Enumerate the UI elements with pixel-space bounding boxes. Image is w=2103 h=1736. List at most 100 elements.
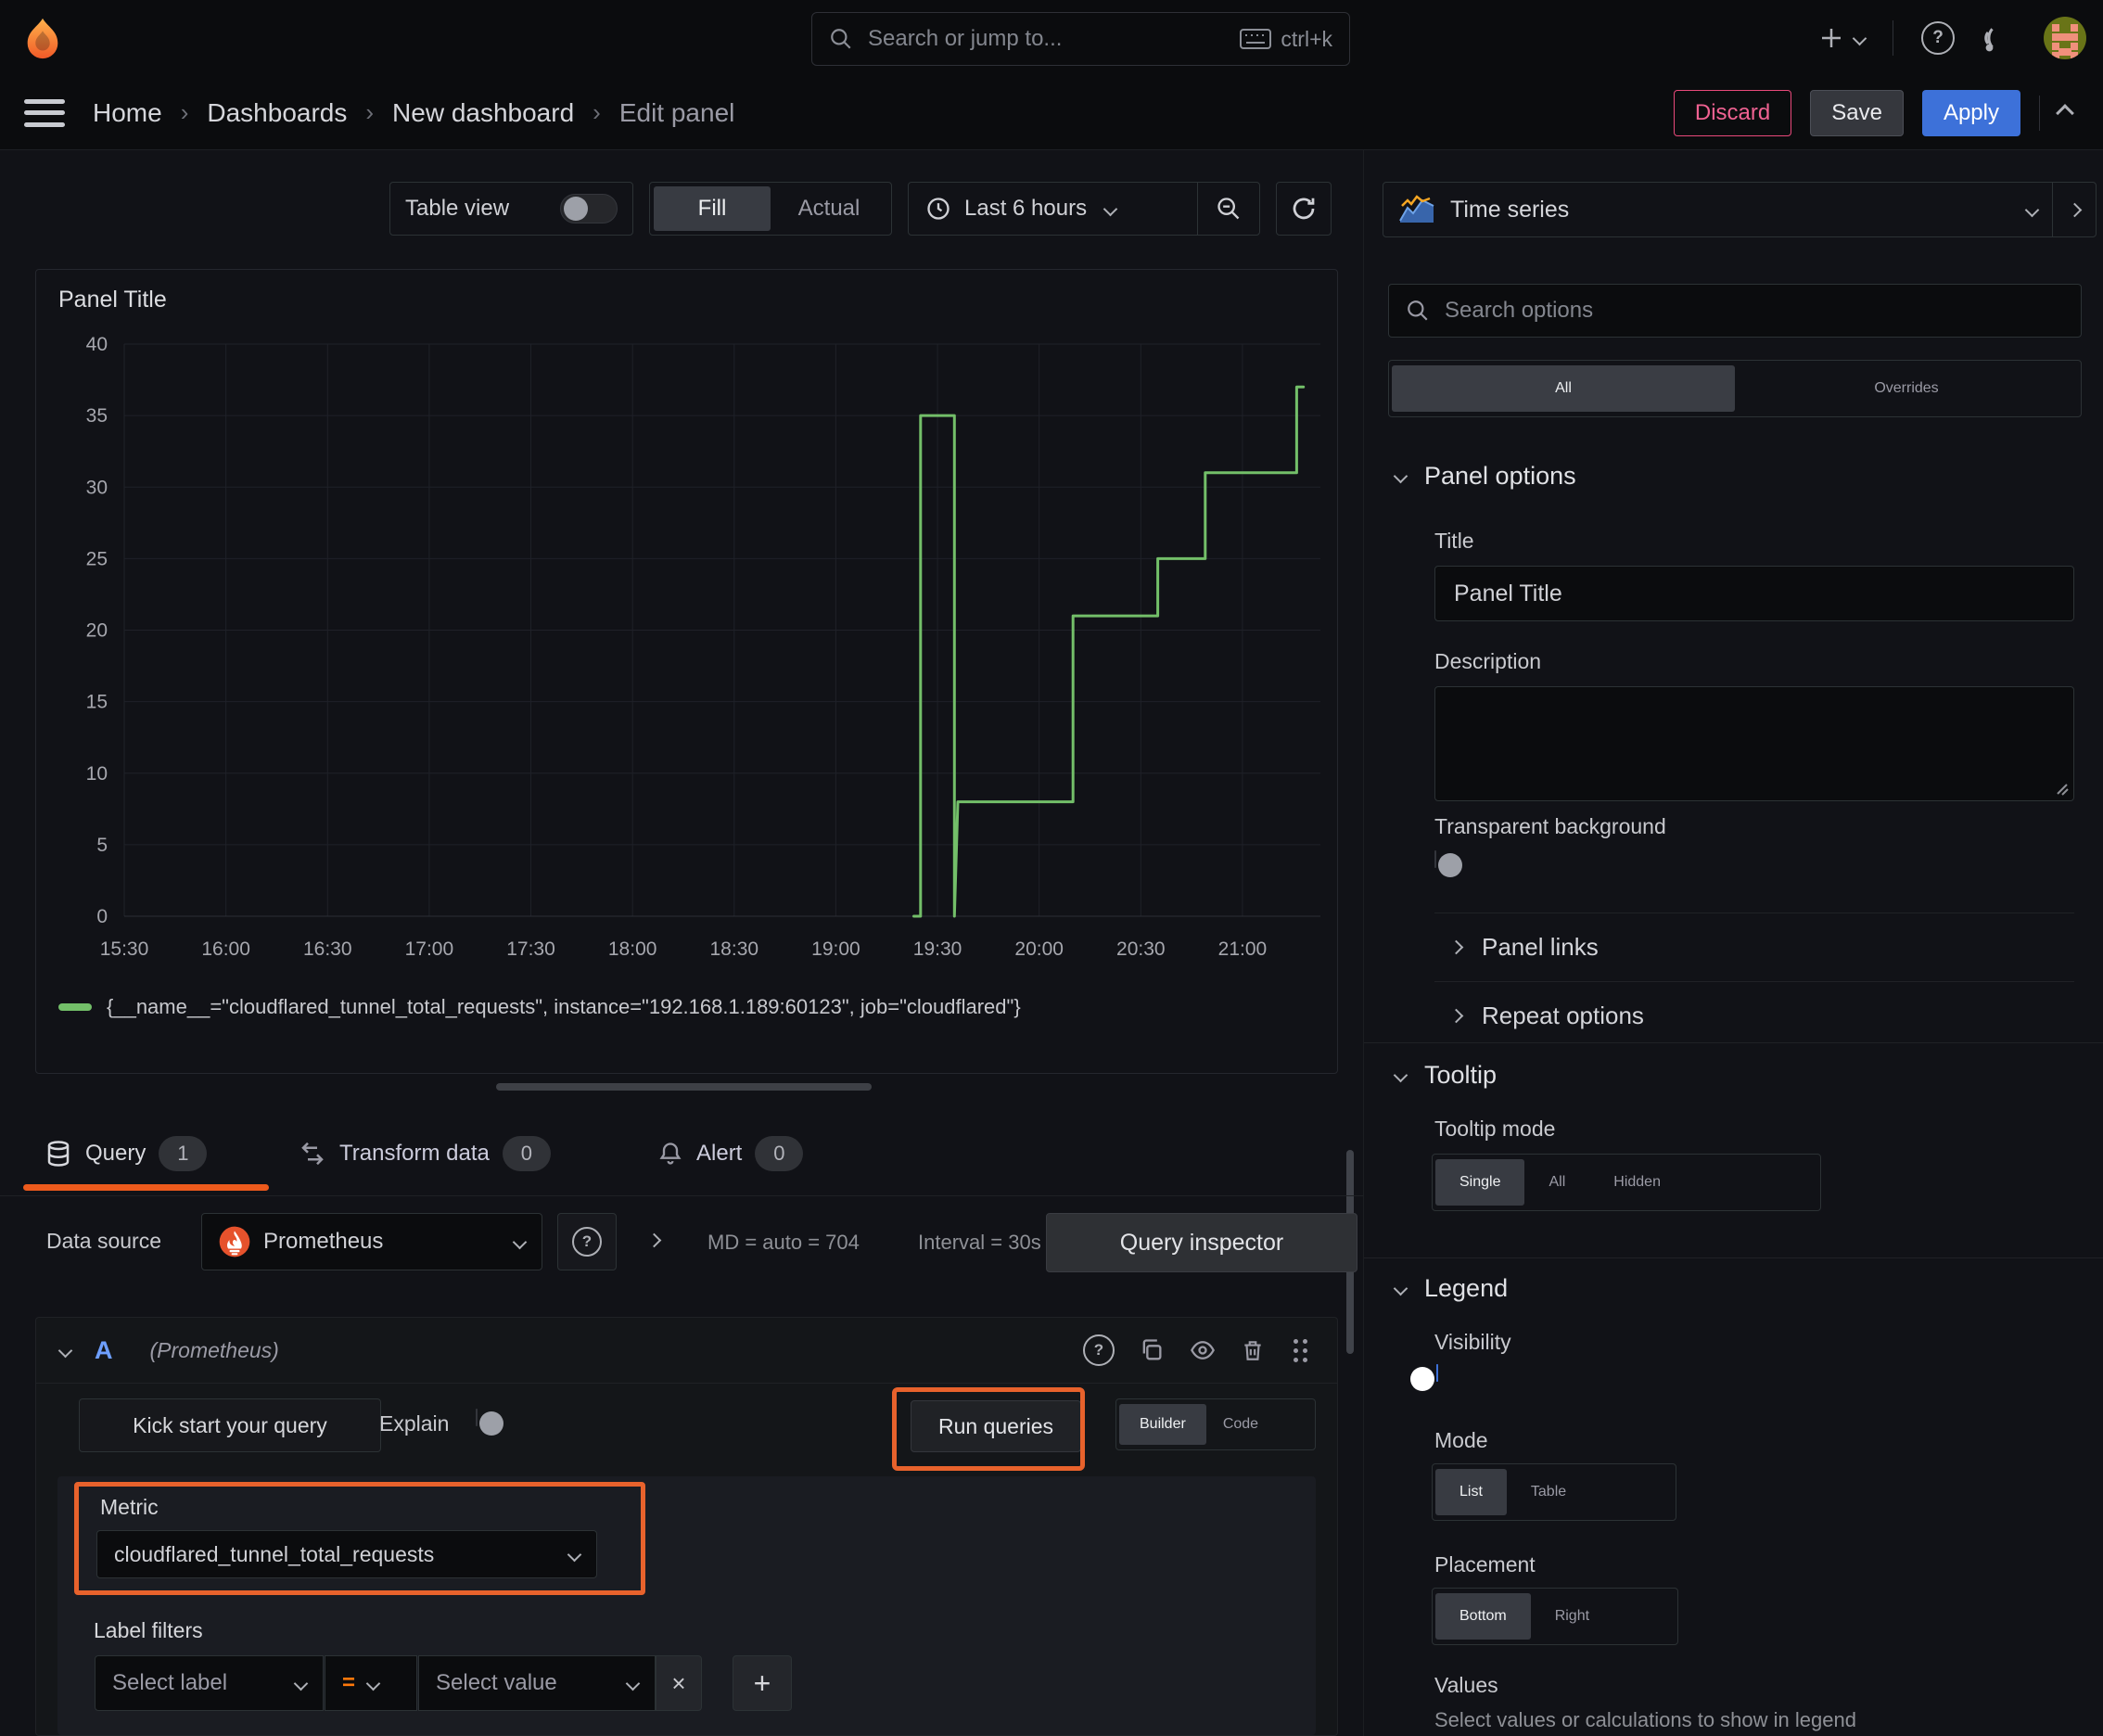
x-tick-label: 20:30 bbox=[1116, 938, 1166, 960]
refresh-button[interactable] bbox=[1276, 182, 1332, 236]
avatar[interactable] bbox=[2044, 17, 2086, 59]
code-option[interactable]: Code bbox=[1206, 1404, 1275, 1445]
kick-start-button[interactable]: Kick start your query bbox=[79, 1398, 381, 1452]
datasource-label: Data source bbox=[46, 1229, 162, 1253]
global-search-input[interactable] bbox=[866, 25, 1228, 53]
panel-title[interactable]: Panel Title bbox=[58, 287, 167, 313]
x-tick-label: 21:00 bbox=[1218, 938, 1268, 960]
clock-icon bbox=[927, 198, 950, 220]
global-search[interactable]: ctrl+k bbox=[811, 12, 1350, 66]
save-button[interactable]: Save bbox=[1810, 89, 1904, 136]
time-range-picker[interactable]: Last 6 hours bbox=[909, 196, 1197, 222]
x-tick-label: 20:00 bbox=[1014, 938, 1064, 960]
legend-mode-list[interactable]: List bbox=[1435, 1469, 1507, 1515]
chevron-right-icon bbox=[1448, 1008, 1464, 1024]
panel-title-input[interactable] bbox=[1452, 579, 2057, 608]
tab-transform[interactable]: Transform data 0 bbox=[299, 1136, 551, 1171]
tab-query[interactable]: Query 1 bbox=[45, 1136, 208, 1171]
apply-button[interactable]: Apply bbox=[1921, 89, 2020, 136]
query-help-icon[interactable]: ? bbox=[1083, 1334, 1115, 1366]
breadcrumb-dashboards[interactable]: Dashboards bbox=[207, 98, 347, 128]
transparent-bg-toggle[interactable] bbox=[1434, 850, 1462, 877]
viz-picker-select[interactable]: Time series bbox=[1383, 195, 2052, 224]
new-button[interactable] bbox=[1817, 24, 1867, 52]
tooltip-mode-single[interactable]: Single bbox=[1435, 1159, 1525, 1206]
legend-series-label[interactable]: {__name__="cloudflared_tunnel_total_requ… bbox=[107, 995, 1021, 1019]
delete-icon[interactable] bbox=[1241, 1337, 1265, 1363]
tab-overrides[interactable]: Overrides bbox=[1735, 365, 2078, 412]
help-icon[interactable]: ? bbox=[1921, 21, 1955, 55]
y-tick-label: 10 bbox=[86, 763, 108, 785]
tab-alert[interactable]: Alert 0 bbox=[657, 1136, 804, 1171]
table-view-toggle[interactable] bbox=[560, 194, 618, 223]
active-tab-underline bbox=[23, 1184, 269, 1191]
add-filter-button[interactable]: + bbox=[733, 1655, 792, 1711]
tooltip-mode-all[interactable]: All bbox=[1524, 1159, 1589, 1206]
fill-option[interactable]: Fill bbox=[654, 186, 771, 231]
repeat-options-row[interactable]: Repeat options bbox=[1448, 1002, 1644, 1030]
tab-alert-label: Alert bbox=[696, 1141, 743, 1166]
collapse-header-icon[interactable] bbox=[2056, 103, 2074, 122]
breadcrumb-bar: Home › Dashboards › New dashboard › Edit… bbox=[0, 76, 2103, 150]
discard-button[interactable]: Discard bbox=[1673, 89, 1792, 136]
legend-values-hint: Select values or calculations to show in… bbox=[1434, 1708, 1856, 1731]
grafana-flame-icon bbox=[27, 18, 58, 59]
y-tick-label: 30 bbox=[86, 477, 108, 498]
breadcrumb-edit-panel: Edit panel bbox=[618, 97, 735, 127]
divider bbox=[1434, 981, 2074, 982]
grafana-logo[interactable] bbox=[20, 16, 65, 65]
metric-select[interactable]: cloudflared_tunnel_total_requests bbox=[96, 1530, 597, 1578]
legend-mode-table[interactable]: Table bbox=[1507, 1469, 1590, 1515]
label-filter-operator-select[interactable]: = bbox=[325, 1655, 417, 1711]
query-inspector-button[interactable]: Query inspector bbox=[1046, 1213, 1357, 1272]
actual-option[interactable]: Actual bbox=[771, 186, 887, 231]
label-filter-key-select[interactable]: Select label bbox=[95, 1655, 324, 1711]
resize-corner-icon[interactable] bbox=[2054, 781, 2069, 796]
panel-links-row[interactable]: Panel links bbox=[1448, 933, 1599, 962]
options-tabs: All Overrides bbox=[1388, 360, 2082, 417]
legend-visibility-label: Visibility bbox=[1434, 1330, 1511, 1354]
breadcrumb-home[interactable]: Home bbox=[93, 98, 162, 128]
collapse-options-button[interactable] bbox=[2053, 202, 2096, 217]
legend-placement-right[interactable]: Right bbox=[1531, 1593, 1613, 1640]
metric-label: Metric bbox=[100, 1495, 159, 1519]
query-row-header[interactable]: A (Prometheus) ? bbox=[36, 1318, 1337, 1384]
panel-resize-handle[interactable] bbox=[496, 1083, 872, 1091]
y-tick-label: 5 bbox=[96, 835, 108, 856]
search-icon bbox=[1408, 300, 1428, 321]
tooltip-mode-hidden[interactable]: Hidden bbox=[1589, 1159, 1685, 1206]
datasource-picker[interactable]: Prometheus bbox=[201, 1213, 542, 1270]
plus-icon bbox=[1822, 29, 1841, 47]
builder-option[interactable]: Builder bbox=[1119, 1404, 1206, 1445]
tab-transform-label: Transform data bbox=[339, 1141, 490, 1166]
menu-icon[interactable] bbox=[24, 98, 65, 127]
section-divider bbox=[1364, 1257, 2103, 1258]
panel-options-header[interactable]: Panel options bbox=[1393, 462, 1576, 491]
run-queries-button[interactable]: Run queries bbox=[911, 1400, 1081, 1452]
breadcrumb-new-dashboard[interactable]: New dashboard bbox=[392, 98, 574, 128]
news-rss-icon[interactable] bbox=[1982, 21, 2016, 55]
label-filter-value-select[interactable]: Select value bbox=[418, 1655, 656, 1711]
zoom-out-button[interactable] bbox=[1198, 196, 1259, 222]
description-textarea[interactable] bbox=[1434, 686, 2074, 801]
panel-preview: Panel Title 15:30 16:00 16:30 17:00 17:30 18:… bbox=[35, 269, 1338, 1074]
tooltip-header[interactable]: Tooltip bbox=[1393, 1061, 1497, 1090]
tab-all[interactable]: All bbox=[1392, 365, 1735, 412]
legend-swatch[interactable] bbox=[58, 1003, 92, 1011]
duplicate-icon[interactable] bbox=[1139, 1337, 1165, 1363]
collapse-query-icon[interactable] bbox=[57, 1343, 73, 1358]
query-options-expand-icon[interactable] bbox=[646, 1232, 662, 1248]
options-search[interactable] bbox=[1388, 284, 2082, 338]
datasource-help-button[interactable]: ? bbox=[557, 1213, 617, 1270]
time-series-chart[interactable]: 15:30 16:00 16:30 17:00 17:30 18:00 18:30 19:00… bbox=[45, 327, 1330, 982]
remove-filter-button[interactable]: × bbox=[656, 1655, 702, 1711]
panel-links-label: Panel links bbox=[1482, 933, 1599, 961]
explain-toggle[interactable] bbox=[476, 1409, 503, 1436]
legend-placement-bottom[interactable]: Bottom bbox=[1435, 1593, 1531, 1640]
legend-visibility-toggle[interactable] bbox=[1410, 1364, 1438, 1391]
options-search-input[interactable] bbox=[1443, 297, 2064, 325]
top-nav: ctrl+k ? bbox=[0, 0, 2103, 76]
drag-handle-icon[interactable] bbox=[1289, 1338, 1313, 1362]
legend-header[interactable]: Legend bbox=[1393, 1274, 1508, 1303]
toggle-visibility-icon[interactable] bbox=[1189, 1337, 1217, 1363]
